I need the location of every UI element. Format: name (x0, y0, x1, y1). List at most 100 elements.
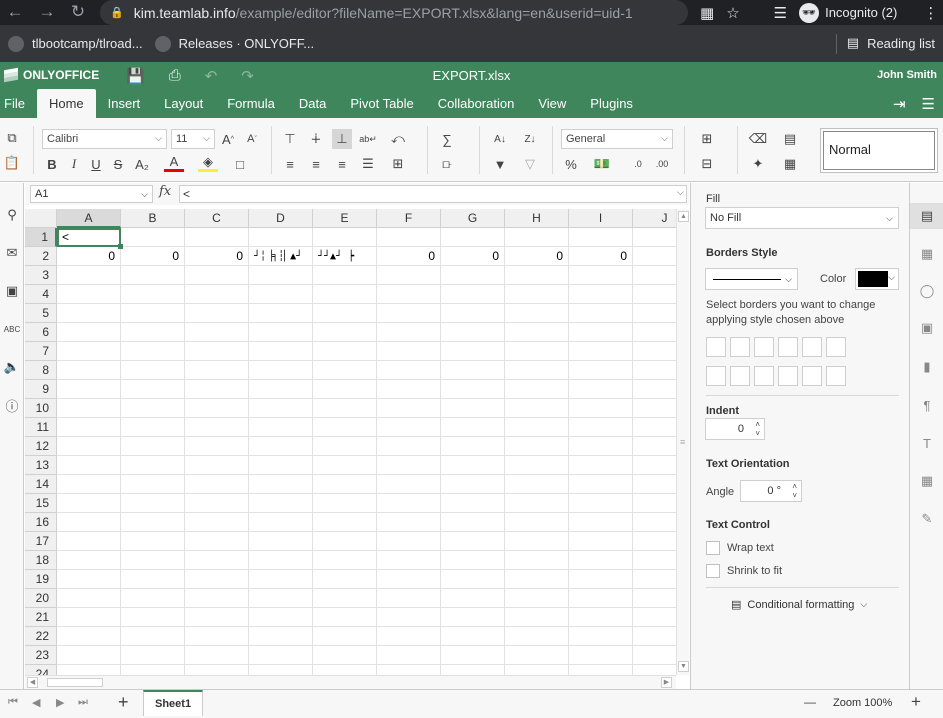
select-all-corner[interactable] (25, 209, 57, 228)
fill-select[interactable]: No Fill ⌵ (705, 207, 899, 229)
filter-icon[interactable]: ▼ (490, 154, 510, 174)
column-header[interactable]: C (185, 209, 249, 228)
cell-g14[interactable] (441, 475, 505, 494)
cell-e24[interactable] (313, 665, 377, 675)
increase-decimal-button[interactable]: .00 (652, 154, 672, 174)
cell-j19[interactable] (633, 570, 676, 589)
column-header[interactable]: F (377, 209, 441, 228)
cell-b22[interactable] (121, 627, 185, 646)
row-header[interactable]: 2 (25, 247, 57, 266)
row-header[interactable]: 23 (25, 646, 57, 665)
cell-d15[interactable] (249, 494, 313, 513)
cell-h6[interactable] (505, 323, 569, 342)
cell-g7[interactable] (441, 342, 505, 361)
cell-i18[interactable] (569, 551, 633, 570)
cell-b23[interactable] (121, 646, 185, 665)
cell-c14[interactable] (185, 475, 249, 494)
cell-j18[interactable] (633, 551, 676, 570)
cell-c20[interactable] (185, 589, 249, 608)
cell-j14[interactable] (633, 475, 676, 494)
cell-b24[interactable] (121, 665, 185, 675)
cell-a19[interactable] (57, 570, 121, 589)
top-border-button[interactable] (778, 366, 798, 386)
format-as-table-icon[interactable]: ▦ (780, 154, 800, 174)
cell-b5[interactable] (121, 304, 185, 323)
cell-b7[interactable] (121, 342, 185, 361)
row-header[interactable]: 5 (25, 304, 57, 323)
cell-f8[interactable] (377, 361, 441, 380)
cell-f18[interactable] (377, 551, 441, 570)
align-center-icon[interactable]: ≡ (306, 154, 326, 174)
fill-handle[interactable] (118, 244, 123, 249)
cell-g9[interactable] (441, 380, 505, 399)
cell-b20[interactable] (121, 589, 185, 608)
cell-h10[interactable] (505, 399, 569, 418)
about-icon[interactable]: ⓘ (2, 395, 22, 415)
wrap-text-checkbox[interactable] (706, 541, 720, 555)
open-location-icon[interactable]: ⇥ (893, 95, 906, 113)
cell-j4[interactable] (633, 285, 676, 304)
borders-icon[interactable]: □ (230, 154, 250, 174)
cell-a16[interactable] (57, 513, 121, 532)
cell-a10[interactable] (57, 399, 121, 418)
cell-j16[interactable] (633, 513, 676, 532)
cell-a22[interactable] (57, 627, 121, 646)
align-middle-icon[interactable]: ∔ (306, 129, 326, 149)
cell-d11[interactable] (249, 418, 313, 437)
cell-f21[interactable] (377, 608, 441, 627)
cell-g8[interactable] (441, 361, 505, 380)
cell-j23[interactable] (633, 646, 676, 665)
first-sheet-icon[interactable]: ⏮ (8, 696, 18, 709)
cell-e19[interactable] (313, 570, 377, 589)
cell-a15[interactable] (57, 494, 121, 513)
sort-ascending-icon[interactable]: A↓ (490, 129, 510, 149)
cell-a8[interactable] (57, 361, 121, 380)
diagonal-up-button[interactable] (802, 337, 822, 357)
cell-a17[interactable] (57, 532, 121, 551)
cell-e20[interactable] (313, 589, 377, 608)
cell-a14[interactable] (57, 475, 121, 494)
cell-d14[interactable] (249, 475, 313, 494)
cell-e22[interactable] (313, 627, 377, 646)
cell-h22[interactable] (505, 627, 569, 646)
cell-g23[interactable] (441, 646, 505, 665)
cell-d20[interactable] (249, 589, 313, 608)
cell-e7[interactable] (313, 342, 377, 361)
zoom-level[interactable]: Zoom 100% (833, 697, 892, 709)
cell-f7[interactable] (377, 342, 441, 361)
fill-color-icon[interactable]: ◈ (198, 154, 218, 172)
cell-e3[interactable] (313, 266, 377, 285)
row-header[interactable]: 16 (25, 513, 57, 532)
cell-j6[interactable] (633, 323, 676, 342)
cell-g24[interactable] (441, 665, 505, 675)
sort-descending-icon[interactable]: Z↓ (520, 129, 540, 149)
cell-h1[interactable] (505, 228, 569, 247)
cell-f6[interactable] (377, 323, 441, 342)
tab-plugins[interactable]: Plugins (578, 89, 645, 118)
cell-a1[interactable]: < (57, 228, 121, 247)
justify-icon[interactable]: ☰ (358, 154, 378, 174)
cell-c8[interactable] (185, 361, 249, 380)
row-header[interactable]: 1 (25, 228, 57, 247)
cell-h12[interactable] (505, 437, 569, 456)
spellcheck-icon[interactable]: ABC (2, 319, 22, 339)
row-header[interactable]: 11 (25, 418, 57, 437)
cell-h16[interactable] (505, 513, 569, 532)
cell-i1[interactable] (569, 228, 633, 247)
sum-icon[interactable]: ∑ (437, 129, 457, 149)
outer-borders-button[interactable] (778, 337, 798, 357)
cell-j22[interactable] (633, 627, 676, 646)
row-header[interactable]: 9 (25, 380, 57, 399)
row-header[interactable]: 21 (25, 608, 57, 627)
text-art-icon[interactable]: T (917, 433, 937, 453)
cell-j10[interactable] (633, 399, 676, 418)
cell-f4[interactable] (377, 285, 441, 304)
cell-i10[interactable] (569, 399, 633, 418)
cell-f23[interactable] (377, 646, 441, 665)
delete-cells-icon[interactable]: ⊟ (697, 154, 717, 174)
cell-i7[interactable] (569, 342, 633, 361)
cell-h17[interactable] (505, 532, 569, 551)
cell-a20[interactable] (57, 589, 121, 608)
cell-c11[interactable] (185, 418, 249, 437)
cell-f9[interactable] (377, 380, 441, 399)
